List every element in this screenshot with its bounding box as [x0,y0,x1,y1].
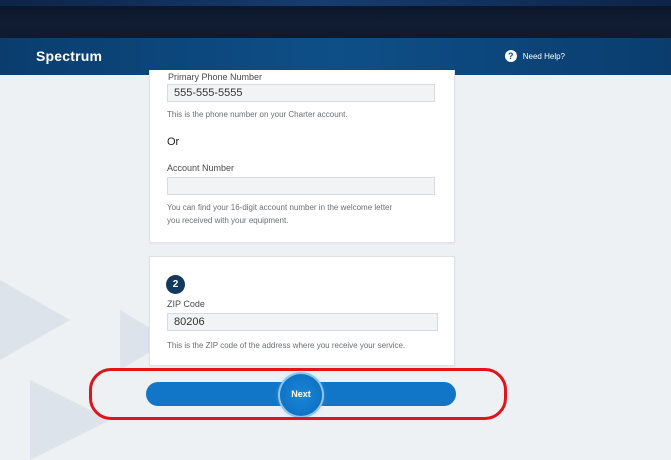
phone-number-label: Primary Phone Number [168,72,263,82]
account-lookup-card: Primary Phone Number 555-555-5555 This i… [149,70,455,243]
account-number-hint-line2: you received with your equipment. [167,216,289,225]
phone-number-field[interactable]: 555-555-5555 [167,84,435,102]
account-number-label: Account Number [167,163,235,173]
need-help-link[interactable]: ? Need Help? [504,50,565,62]
zip-code-field[interactable]: 80206 [167,313,438,331]
phone-number-hint: This is the phone number on your Charter… [167,110,348,119]
highlight-annotation [89,368,507,420]
spectrum-logo[interactable]: Spectrum [36,48,102,64]
need-help-label: Need Help? [522,51,565,61]
or-separator: Or [167,136,180,148]
top-dark-band [0,0,671,38]
zip-code-label: ZIP Code [167,299,205,309]
background-triangle [0,280,70,360]
zip-code-hint: This is the ZIP code of the address wher… [167,341,406,350]
question-circle-icon: ? [504,50,517,62]
account-number-field[interactable] [167,177,435,195]
step-number-badge: 2 [166,275,185,294]
account-number-hint-line1: You can find your 16-digit account numbe… [167,203,393,212]
zip-code-card: 2 ZIP Code 80206 This is the ZIP code of… [149,256,455,366]
